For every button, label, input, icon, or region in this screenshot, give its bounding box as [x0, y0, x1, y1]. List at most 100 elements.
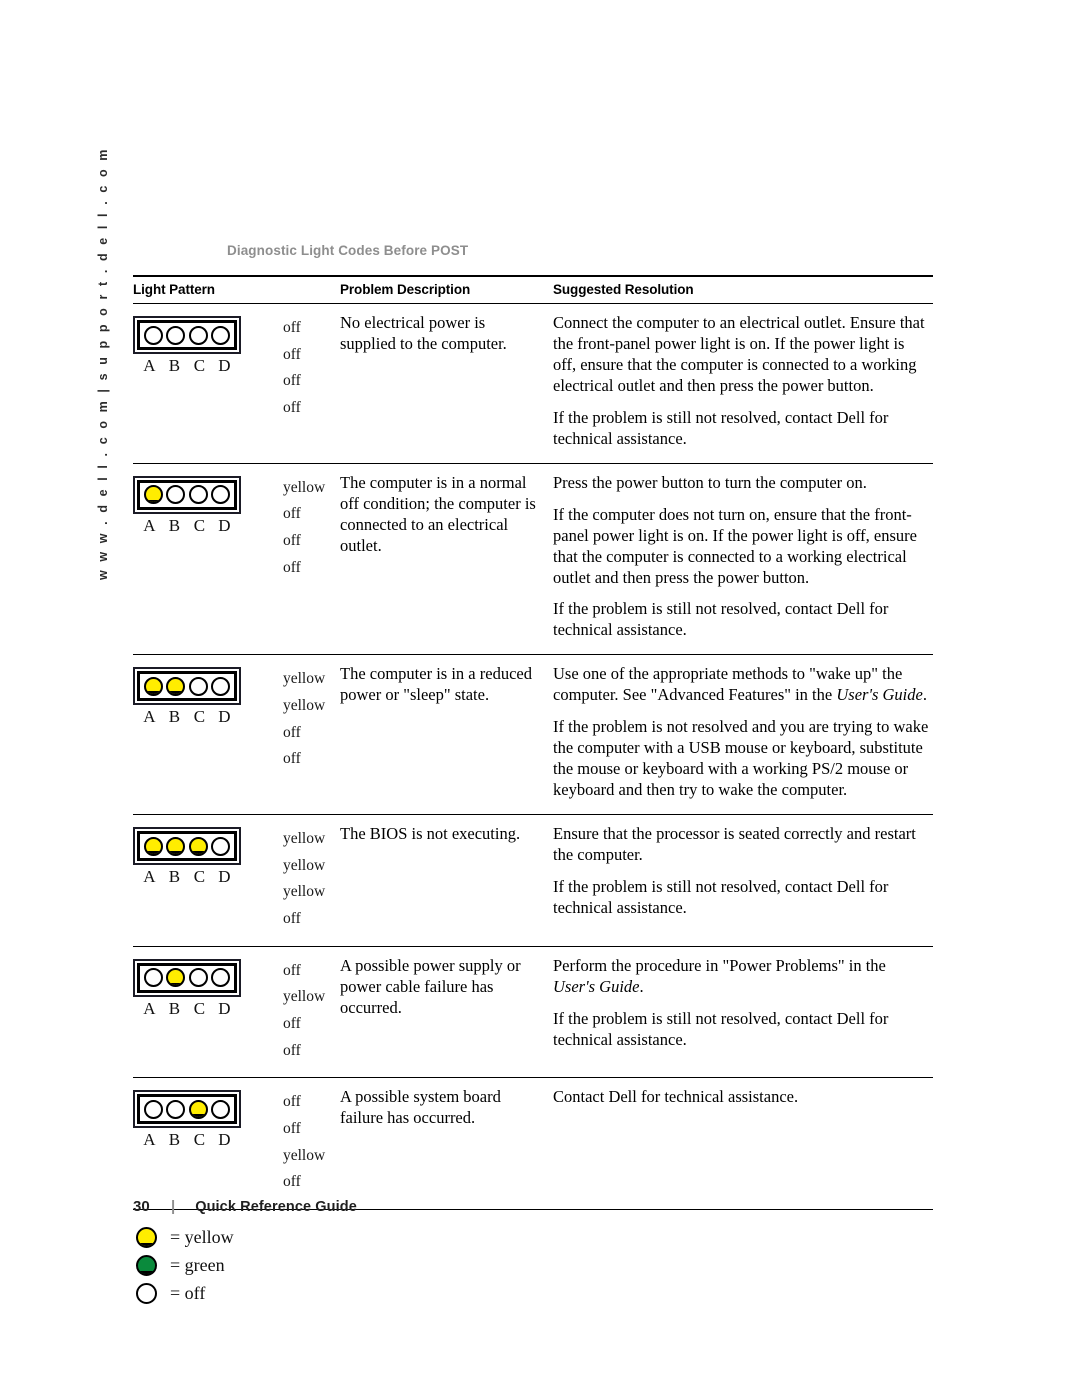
led-label: A — [143, 515, 156, 535]
light-state-value: off — [283, 723, 301, 741]
light-state-value: off — [283, 319, 301, 336]
footer-page-number: 30 — [133, 1198, 150, 1215]
led-labels: ABCD — [133, 865, 241, 888]
problem-description-text: The BIOS is not executing. — [340, 824, 521, 844]
led-labels: ABCD — [133, 997, 241, 1020]
led-label: B — [168, 515, 181, 535]
resolution-text: Perform the procedure in "Power Problems… — [553, 955, 886, 975]
led-label: B — [168, 1130, 181, 1150]
led-label: B — [168, 707, 181, 727]
led-indicator-d-icon — [211, 485, 231, 505]
led-box-inner — [137, 671, 237, 702]
led-box-inner — [137, 479, 237, 510]
column-header-suggested-resolution: Suggested Resolution — [553, 275, 933, 304]
legend-row: = off — [136, 1280, 933, 1308]
led-box-inner — [137, 831, 237, 862]
light-state-value: yellow — [283, 478, 326, 496]
light-state-value: off — [283, 1120, 301, 1138]
light-state-value: off — [283, 505, 301, 523]
table-caption: Diagnostic Light Codes Before POST — [227, 243, 469, 258]
led-label: D — [218, 515, 231, 535]
legend-label: = yellow — [170, 1227, 234, 1248]
cell-light-states: off off off off — [283, 303, 340, 464]
led-labels: ABCD — [133, 705, 241, 728]
running-head-text: w w w . d e l l . c o m | s u p p o r t … — [96, 147, 110, 580]
resolution-paragraph: Contact Dell for technical assistance. — [553, 1087, 799, 1107]
legend-row: = yellow — [136, 1224, 933, 1252]
led-label: C — [193, 707, 206, 727]
light-pattern-graphic: ABCD — [133, 473, 283, 537]
led-indicator-a-icon — [143, 1099, 163, 1119]
resolution-paragraph: Use one of the appropriate methods to "w… — [553, 664, 929, 706]
led-label: A — [143, 707, 156, 727]
cell-light-pattern: ABCD — [133, 303, 283, 464]
cell-suggested-resolution: Press the power button to turn the compu… — [553, 463, 933, 656]
column-header-light-pattern: Light Pattern — [133, 275, 283, 304]
problem-description-text: The computer is in a reduced power or "s… — [340, 664, 532, 705]
light-pattern-graphic: ABCD — [133, 956, 283, 1020]
led-indicator-b-icon — [166, 325, 186, 345]
led-label: A — [143, 1130, 156, 1150]
table-header: Light Pattern Problem Description Sugges… — [133, 275, 933, 304]
resolution-paragraph: If the computer does not turn on, ensure… — [553, 504, 917, 587]
light-state-value: yellow — [283, 883, 326, 901]
led-label: D — [218, 707, 231, 727]
led-indicator-a-icon — [143, 836, 163, 856]
light-state-value: yellow — [283, 670, 326, 688]
led-indicator-c-icon — [188, 968, 208, 988]
led-indicator-d-icon — [211, 325, 231, 345]
table-row: A B C Dyellow off off off The computer is in a … — [133, 463, 933, 656]
cell-suggested-resolution: Perform the procedure in "Power Problems… — [553, 946, 933, 1079]
cell-light-states: off yellow off off — [283, 946, 340, 1079]
led-label: B — [168, 998, 181, 1018]
led-indicator-b-icon — [166, 676, 186, 696]
cell-light-states: yellow yellow yellow off — [283, 814, 340, 947]
light-state-value: off — [283, 1041, 301, 1059]
led-indicator-d-icon — [211, 836, 231, 856]
footer-document-title: Quick Reference Guide — [195, 1199, 357, 1215]
column-header-problem-description: Problem Description — [340, 275, 553, 304]
led-label: C — [193, 356, 206, 375]
table-row: A B C D yellow yellow yellow off The BIOS is not… — [133, 814, 933, 947]
light-state-value: yellow — [283, 830, 326, 848]
resolution-text-tail: . — [922, 685, 927, 705]
led-label: B — [168, 356, 181, 375]
resolution-text-tail: . — [639, 976, 644, 996]
led-label: D — [218, 1130, 231, 1150]
resolution-paragraph: Connect the computer to an electrical ou… — [553, 313, 925, 395]
table-row: A B C Dyellow yellow off off The computer is in… — [133, 654, 933, 816]
led-indicator-c-icon — [188, 1099, 208, 1119]
led-box — [133, 1090, 241, 1129]
cell-light-states: off off yellow off — [283, 1077, 340, 1210]
light-state-value: yellow — [283, 856, 326, 874]
resolution-paragraph: Press the power button to turn the compu… — [553, 472, 867, 492]
legend-yellow-led-icon — [136, 1227, 157, 1249]
cell-problem-description: The BIOS is not executing. — [340, 814, 553, 947]
led-label: A — [143, 356, 156, 375]
led-label: D — [218, 867, 231, 887]
cell-problem-description: The computer is in a reduced power or "s… — [340, 654, 553, 816]
table-row: A B C Doff off yellow off A possible system boa… — [133, 1077, 933, 1210]
light-state-value: yellow — [283, 988, 326, 1006]
legend-row: = green — [136, 1252, 933, 1280]
cell-suggested-resolution: Ensure that the processor is seated corr… — [553, 814, 933, 947]
led-box — [133, 667, 241, 706]
light-state-value: off — [283, 558, 301, 576]
problem-description-text: No electrical power is supplied to the c… — [340, 313, 507, 353]
led-indicator-a-icon — [143, 968, 163, 988]
cell-light-pattern: ABCD — [133, 1077, 283, 1210]
led-indicator-d-icon — [211, 968, 231, 988]
led-indicator-d-icon — [211, 676, 231, 696]
resolution-text: If the problem is still not resolved, co… — [553, 1008, 889, 1049]
light-state-value: off — [283, 910, 301, 928]
problem-description-text: A possible power supply or power cable f… — [340, 955, 521, 1017]
led-indicator-c-icon — [188, 676, 208, 696]
led-label: D — [218, 998, 231, 1018]
resolution-text: If the problem is not resolved and you a… — [553, 717, 929, 800]
led-labels: ABCD — [133, 514, 241, 537]
cell-suggested-resolution: Connect the computer to an electrical ou… — [553, 303, 933, 464]
light-state-value: off — [283, 398, 301, 416]
resolution-paragraph: If the problem is still not resolved, co… — [553, 599, 889, 640]
legend-off-led-icon — [136, 1283, 157, 1305]
problem-description-text: A possible system board failure has occu… — [340, 1087, 501, 1128]
